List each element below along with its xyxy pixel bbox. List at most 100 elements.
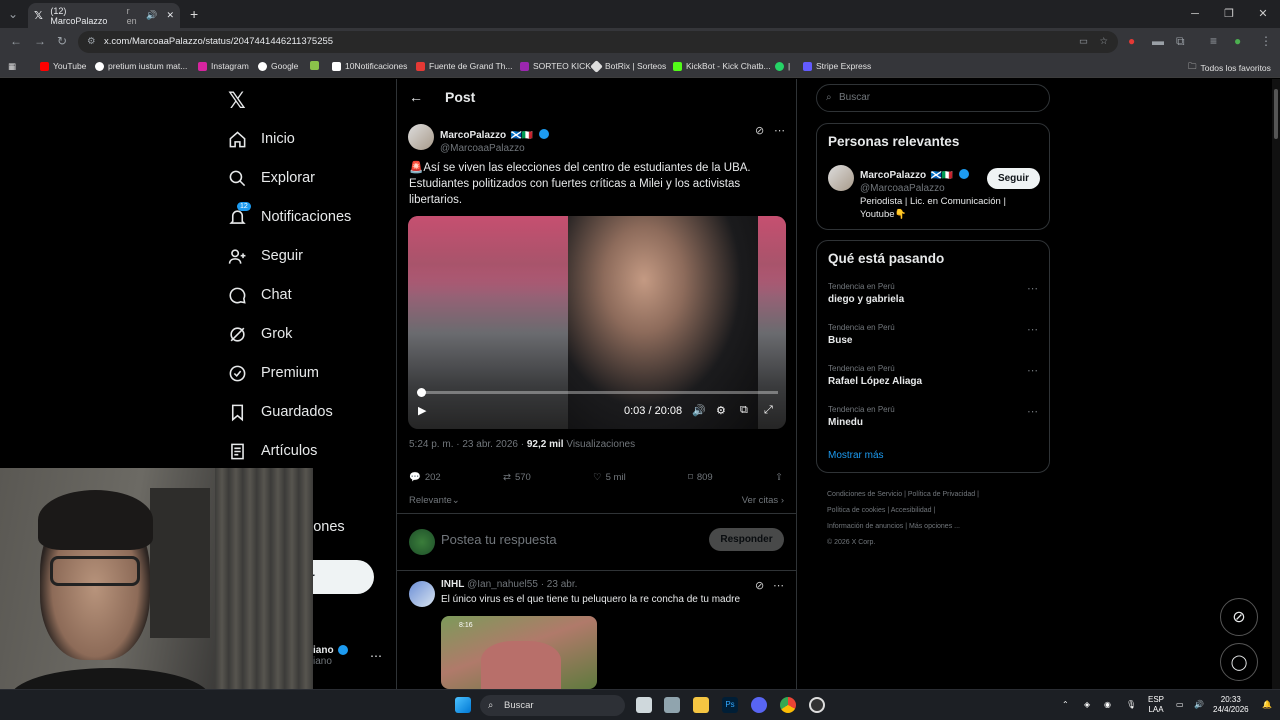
grok-fab[interactable]: ⊘ (1220, 598, 1258, 636)
bookmark-star-icon[interactable]: ☆ (1099, 31, 1108, 53)
task-view-icon[interactable] (636, 697, 652, 713)
play-icon[interactable]: ▶ (418, 404, 426, 417)
nav-guardados[interactable]: Guardados (228, 400, 333, 424)
bookmark-pretium[interactable]: pretium iustum mat... (95, 61, 187, 71)
trend-more-icon[interactable]: ⋯ (1027, 282, 1038, 295)
window-close-icon[interactable]: ✕ (1246, 0, 1280, 28)
reply-image[interactable]: 8:16 (441, 616, 597, 689)
settings-icon[interactable]: ⚙ (716, 404, 726, 417)
account-more-icon[interactable]: ⋯ (370, 649, 382, 663)
account-switcher[interactable]: iano iano (313, 645, 349, 667)
tab-close-icon[interactable]: ✕ (166, 10, 174, 21)
fullscreen-icon[interactable]: ⤢ (764, 404, 773, 417)
share-icon[interactable]: ⇪ (775, 472, 783, 483)
volume-icon[interactable]: 🔊 (692, 404, 706, 417)
profile-avatar-icon[interactable]: ● (1234, 34, 1241, 48)
quotes-link[interactable]: Ver citas › (742, 495, 784, 506)
footer-link[interactable]: Condiciones de Servicio (827, 491, 902, 498)
bookmark-instagram[interactable]: Instagram (198, 61, 249, 71)
bookmark-sorteo-kick[interactable]: SORTEO KICK (520, 61, 591, 71)
reply-action[interactable]: 💬 202 (409, 472, 441, 483)
taskbar-search[interactable]: ⌕ Buscar (480, 695, 625, 716)
browser-menu-icon[interactable]: ⋮ (1260, 34, 1272, 48)
tray-expand-icon[interactable]: ⌃ (1062, 700, 1069, 710)
footer-link[interactable]: Accesibilidad (891, 507, 932, 514)
show-more-link[interactable]: Mostrar más (828, 450, 884, 461)
microphone-icon[interactable]: 🎙 (1126, 700, 1136, 710)
bookmark-extension[interactable] (310, 61, 319, 70)
start-icon[interactable] (455, 697, 471, 713)
messages-fab[interactable]: ◯ (1220, 643, 1258, 681)
site-info-icon[interactable]: ⚙ (87, 31, 96, 53)
bookmark-botrix[interactable]: BotRix | Sorteos (590, 59, 666, 73)
discord-icon[interactable] (751, 697, 767, 713)
video-progress-bar[interactable] (416, 388, 778, 397)
trend-item[interactable]: Tendencia en Perú diego y gabriela ⋯ (828, 282, 1038, 305)
trend-item[interactable]: Tendencia en Perú Rafael López Aliaga ⋯ (828, 364, 1038, 387)
trend-more-icon[interactable]: ⋯ (1027, 364, 1038, 377)
video-scrubber-handle[interactable] (416, 388, 426, 397)
minimize-icon[interactable]: ─ (1178, 0, 1212, 28)
trend-more-icon[interactable]: ⋯ (1027, 405, 1038, 418)
person-block[interactable]: MarcoPalazzo 🏴󠁧󠁢󠁳󠁣󠁴󠁿🇮🇹 @MarcoaaPalazzo (860, 165, 970, 194)
restore-icon[interactable]: ❐ (1212, 0, 1246, 28)
bookmark-whatsapp[interactable]: | (775, 61, 790, 71)
all-bookmarks[interactable]: 🗀 Todos los favoritos (1188, 61, 1271, 75)
reply-input[interactable]: Postea tu respuesta (441, 532, 557, 547)
extension-card-icon[interactable]: ▬ (1152, 34, 1164, 48)
notifications-icon[interactable]: 🔔 (1262, 700, 1272, 710)
nav-notificaciones[interactable]: 12 Notificaciones (228, 201, 351, 229)
nav-chat[interactable]: Chat (228, 283, 292, 307)
language-indicator[interactable]: ESP LAA (1148, 695, 1164, 715)
nav-configuraciones[interactable]: iones (310, 515, 345, 539)
footer-link[interactable]: Más opciones ... (909, 523, 960, 530)
app2-icon[interactable] (809, 697, 825, 713)
forward-icon[interactable]: → (34, 34, 46, 48)
bookmark-action[interactable]: ⌑ 809 (688, 472, 713, 483)
video-player[interactable]: ▶ 0:03 / 20:08 🔊 ⚙ ⧉ ⤢ (408, 216, 786, 429)
like-action[interactable]: ♡ 5 mil (593, 472, 626, 483)
trend-item[interactable]: Tendencia en Perú Minedu ⋯ (828, 405, 1038, 428)
audio-icon[interactable]: 🔊 (146, 10, 157, 21)
x-logo-icon[interactable]: 𝕏 (228, 88, 246, 114)
bookmark-google[interactable]: Google (258, 61, 298, 71)
bookmark-youtube[interactable]: YouTube (40, 61, 86, 71)
scrollbar-thumb[interactable] (1274, 89, 1278, 139)
nav-seguir[interactable]: Seguir (228, 244, 303, 268)
bookmark-stripe[interactable]: Stripe Express (803, 61, 871, 71)
chrome-icon[interactable] (780, 697, 796, 713)
apps-icon[interactable]: ▦ (8, 61, 16, 72)
more-options-icon[interactable]: ⋯ (774, 124, 785, 137)
page-scrollbar[interactable] (1272, 79, 1280, 689)
grok-explain-icon[interactable]: ⊘ (755, 124, 764, 137)
nav-articulos[interactable]: Artículos (228, 439, 317, 463)
new-tab-icon[interactable]: + (190, 6, 198, 22)
footer-link[interactable]: Política de cookies (827, 507, 885, 514)
url-field[interactable]: ⚙ x.com/MarcoaaPalazzo/status/2047441446… (78, 31, 1118, 53)
nav-premium[interactable]: Premium (228, 361, 319, 385)
grok-explain-icon[interactable]: ⊘ (755, 579, 764, 592)
bookmark-fuente[interactable]: Fuente de Grand Th... (416, 61, 512, 71)
photoshop-icon[interactable]: Ps (722, 697, 738, 713)
more-options-icon[interactable]: ⋯ (773, 579, 784, 592)
reading-list-icon[interactable]: ≡ (1210, 34, 1217, 48)
tray-app-icon[interactable]: ◈ (1084, 700, 1090, 710)
reply-avatar[interactable] (409, 581, 435, 607)
reply-author-name[interactable]: INHL (441, 579, 464, 590)
follow-button[interactable]: Seguir (987, 168, 1040, 189)
trend-more-icon[interactable]: ⋯ (1027, 323, 1038, 336)
bookmark-10notificaciones[interactable]: 10Notificaciones (332, 61, 407, 71)
tab-list-icon[interactable]: ⌄ (8, 7, 18, 21)
picture-in-picture-icon[interactable]: ⧉ (740, 404, 748, 417)
search-input[interactable]: ⌕ Buscar (816, 84, 1050, 112)
trend-item[interactable]: Tendencia en Perú Buse ⋯ (828, 323, 1038, 346)
bookmark-kickbot[interactable]: KickBot - Kick Chatb... (673, 61, 771, 71)
post-timestamp[interactable]: 5:24 p. m. · 23 abr. 2026 · (409, 439, 524, 450)
app-icon[interactable] (664, 697, 680, 713)
repost-action[interactable]: ⇄ 570 (503, 472, 531, 483)
reply-button[interactable]: Responder (709, 528, 784, 551)
network-icon[interactable]: ▭ (1176, 700, 1184, 710)
file-explorer-icon[interactable] (693, 697, 709, 713)
nav-explorar[interactable]: Explorar (228, 166, 315, 190)
speaker-icon[interactable]: 🔊 (1194, 700, 1204, 710)
